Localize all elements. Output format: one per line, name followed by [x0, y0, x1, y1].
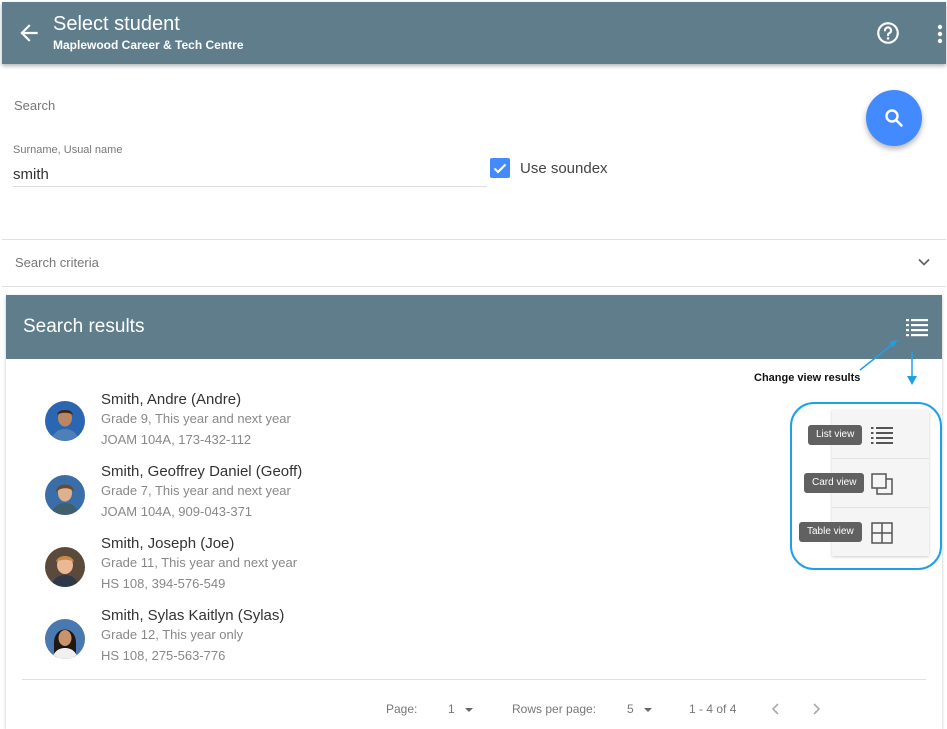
checkmark-icon: [493, 163, 507, 174]
surname-input[interactable]: [13, 162, 487, 187]
student-homeroom-id: HS 108, 394-576-549: [101, 576, 226, 591]
results-header: Search results: [6, 295, 942, 359]
app-bar: Select student Maplewood Career & Tech C…: [2, 2, 946, 64]
footer-divider: [22, 679, 926, 680]
list-view-icon[interactable]: [905, 316, 929, 338]
student-photo: [45, 547, 85, 587]
tooltip-card-view: Card view: [804, 473, 865, 493]
dropdown-arrow-icon: [644, 707, 653, 712]
list-view-icon: [871, 427, 893, 444]
page-title: Select student: [53, 13, 180, 35]
rows-per-page-select[interactable]: 5: [627, 702, 655, 716]
student-grade: Grade 9, This year and next year: [101, 411, 291, 426]
student-grade: Grade 12, This year only: [101, 627, 244, 642]
rows-per-page-label: Rows per page:: [512, 702, 597, 716]
student-list-item[interactable]: Smith, Geoffrey Daniel (Geoff) Grade 7, …: [45, 463, 645, 533]
student-list-item[interactable]: Smith, Joseph (Joe) Grade 11, This year …: [45, 535, 645, 605]
chevron-right-icon[interactable]: [807, 700, 825, 718]
student-grade: Grade 11, This year and next year: [101, 555, 298, 570]
student-list-item[interactable]: Smith, Sylas Kaitlyn (Sylas) Grade 12, T…: [45, 607, 645, 677]
surname-field-label: Surname, Usual name: [13, 144, 123, 156]
student-photo: [45, 619, 85, 659]
page-range: 1 - 4 of 4: [689, 702, 737, 716]
page-select[interactable]: 1: [448, 702, 476, 716]
student-photo: [45, 401, 85, 441]
more-vertical-icon[interactable]: [930, 22, 947, 46]
student-name: Smith, Sylas Kaitlyn (Sylas): [101, 607, 285, 624]
tooltip-list-view: List view: [808, 425, 863, 445]
soundex-checkbox[interactable]: [490, 158, 510, 178]
chevron-down-icon[interactable]: [914, 252, 934, 272]
soundex-label[interactable]: Use soundex: [520, 160, 608, 177]
page-value: 1: [448, 702, 455, 716]
search-criteria-toggle[interactable]: Search criteria: [15, 255, 99, 270]
student-name: Smith, Andre (Andre): [101, 391, 242, 408]
annotation-text: Change view results: [754, 372, 861, 384]
student-homeroom-id: JOAM 104A, 173-432-112: [101, 432, 252, 447]
divider: [2, 239, 946, 240]
rows-per-page-value: 5: [627, 702, 634, 716]
search-icon: [885, 109, 903, 127]
card-view-icon: [871, 473, 893, 495]
tooltip-table-view: Table view: [799, 522, 862, 542]
search-section-label: Search: [14, 98, 56, 113]
results-title: Search results: [23, 316, 145, 337]
chevron-left-icon[interactable]: [767, 700, 785, 718]
dropdown-arrow-icon: [465, 707, 474, 712]
arrow-back-icon[interactable]: [16, 20, 42, 46]
student-photo: [45, 475, 85, 515]
student-name: Smith, Geoffrey Daniel (Geoff): [101, 463, 303, 480]
student-homeroom-id: HS 108, 275-563-776: [101, 648, 226, 663]
student-grade: Grade 7, This year and next year: [101, 483, 291, 498]
student-name: Smith, Joseph (Joe): [101, 535, 235, 552]
page-label: Page:: [386, 702, 418, 716]
table-view-icon: [871, 522, 893, 544]
help-circle-icon[interactable]: [875, 20, 901, 46]
divider: [2, 286, 946, 287]
student-homeroom-id: JOAM 104A, 909-043-371: [101, 504, 253, 519]
school-name: Maplewood Career & Tech Centre: [53, 38, 244, 52]
student-list-item[interactable]: Smith, Andre (Andre) Grade 9, This year …: [45, 391, 645, 461]
search-button[interactable]: [866, 90, 922, 146]
